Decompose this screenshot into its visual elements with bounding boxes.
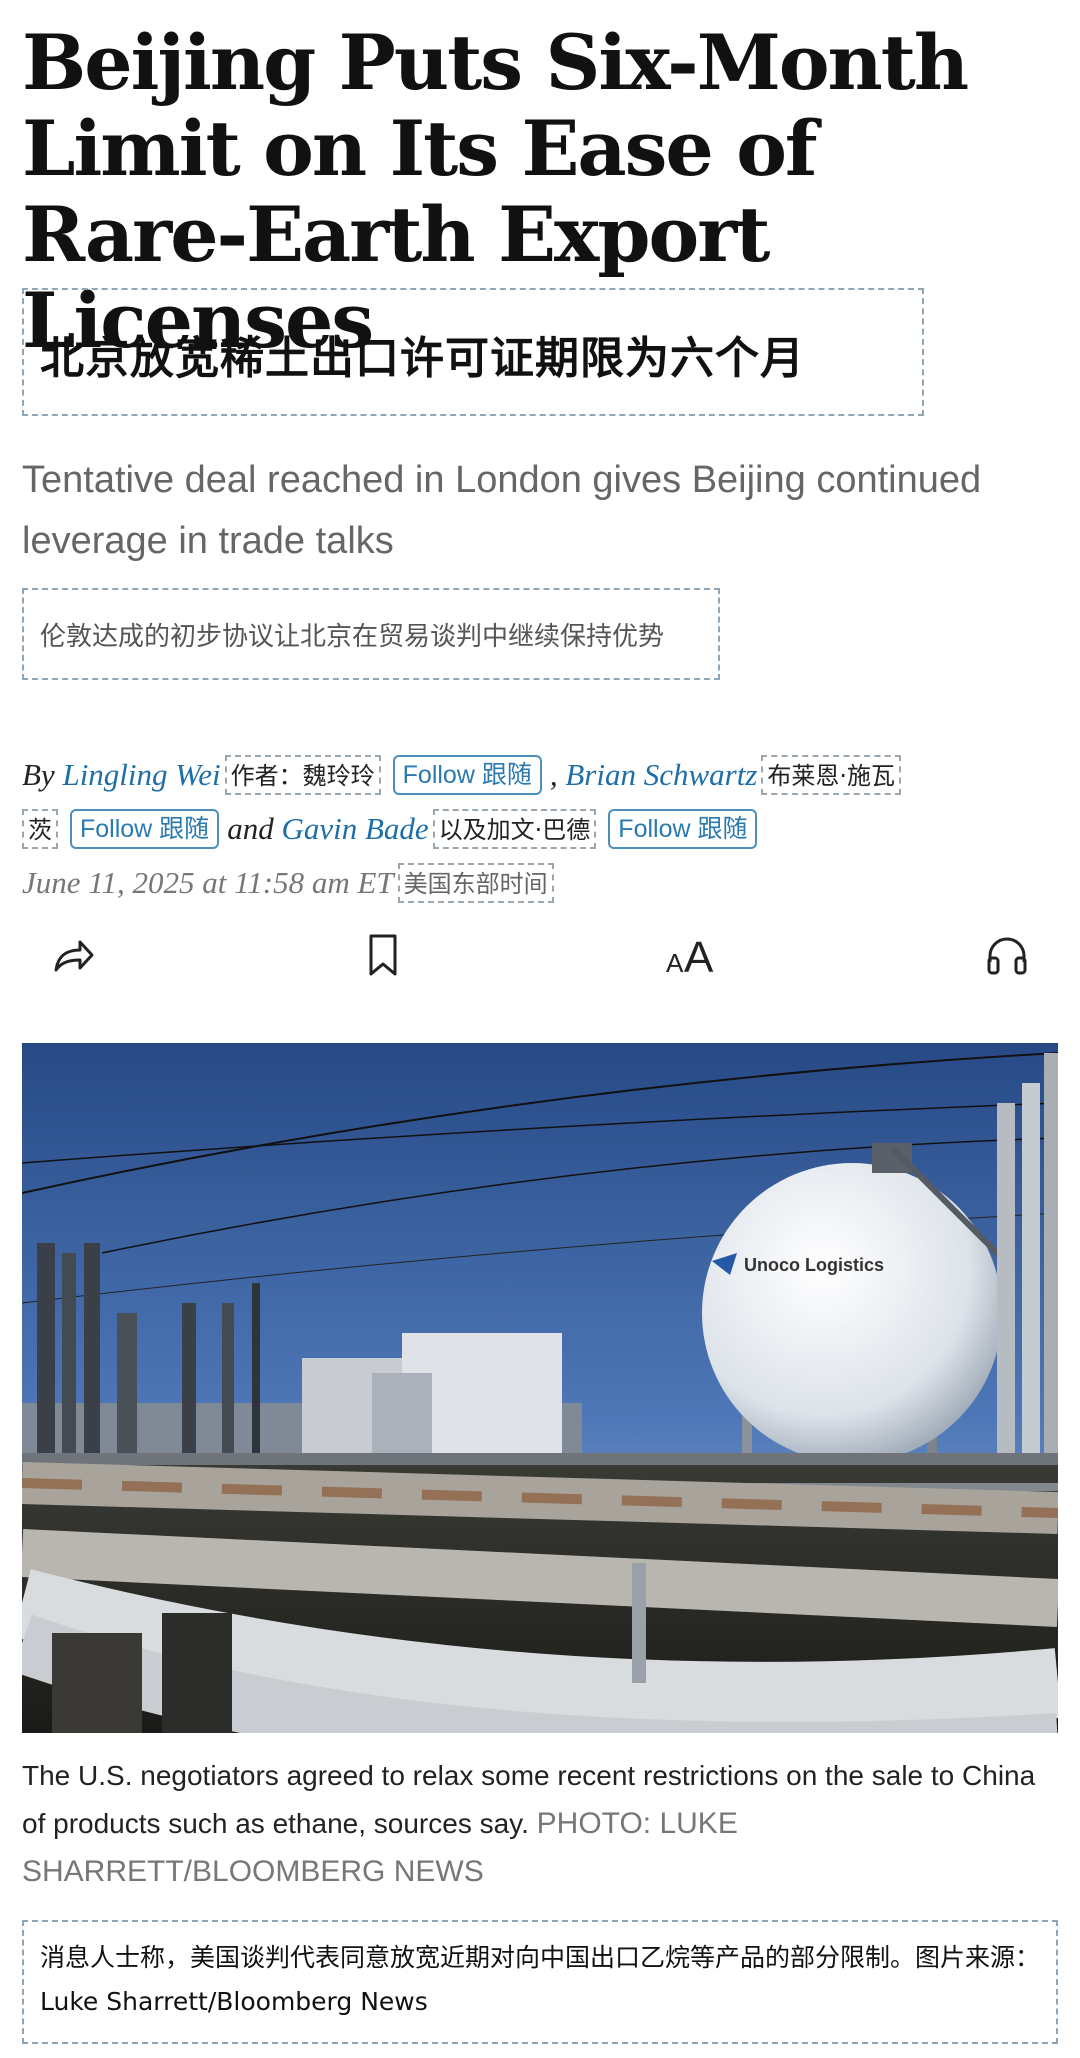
share-icon[interactable] [48,930,98,980]
svg-text:A: A [666,948,684,978]
text-size-icon[interactable]: A A [664,930,724,982]
follow-button-brian-schwartz[interactable]: Follow 跟随 [70,809,220,849]
byline-row-1: By Lingling Wei 作者：魏玲玲 Follow 跟随 , Brian… [22,752,905,798]
article-dek: Tentative deal reached in London gives B… [22,459,982,562]
byline-by: By [22,757,55,792]
byline-and: and [227,811,274,846]
author-translation-2b: 茨 [22,809,58,849]
date-translation: 美国东部时间 [397,863,554,903]
byline-row-3: June 11, 2025 at 11:58 am ET 美国东部时间 [22,860,558,906]
headline-translation: 北京放宽稀土出口许可证期限为六个月 [22,288,924,416]
caption-text: The U.S. negotiators agreed to relax som… [22,1760,1036,1839]
dek-translation-text: 伦敦达成的初步协议让北京在贸易谈判中继续保持优势 [40,622,665,652]
dek-translation: 伦敦达成的初步协议让北京在贸易谈判中继续保持优势 [22,588,720,680]
byline-comma: , [549,757,558,792]
caption-translation: 消息人士称，美国谈判代表同意放宽近期对向中国出口乙烷等产品的部分限制。图片来源：… [22,1920,1058,2044]
follow-button-lingling-wei[interactable]: Follow 跟随 [392,755,542,795]
author-translation-3: 以及加文·巴德 [432,809,597,849]
bookmark-icon[interactable] [358,930,408,980]
headline-translation-text: 北京放宽稀土出口许可证期限为六个月 [40,333,805,384]
author-link-brian-schwartz[interactable]: Brian Schwartz [565,757,757,793]
caption-translation-text: 消息人士称，美国谈判代表同意放宽近期对向中国出口乙烷等产品的部分限制。图片来源：… [40,1943,1041,2016]
article-page: Beijing Puts Six-Month Limit on Its Ease… [0,0,1080,2058]
publish-date: June 11, 2025 at 11:58 am ET [22,865,394,900]
photo-caption: The U.S. negotiators agreed to relax som… [22,1752,1062,1896]
article-photo: Unoco Logistics [22,1043,1058,1733]
svg-text:A: A [684,933,714,980]
author-translation-1: 作者：魏玲玲 [224,755,381,795]
byline-row-2: 茨 Follow 跟随 and Gavin Bade 以及加文·巴德 Follo… [18,806,765,852]
author-link-lingling-wei[interactable]: Lingling Wei [62,757,220,793]
headphones-icon[interactable] [982,930,1032,980]
refinery-photo-illustration: Unoco Logistics [22,1043,1058,1733]
tank-label: Unoco Logistics [744,1255,884,1275]
follow-button-gavin-bade[interactable]: Follow 跟随 [608,809,758,849]
author-link-gavin-bade[interactable]: Gavin Bade [281,811,428,847]
author-translation-2a: 布莱恩·施瓦 [761,755,902,795]
article-toolbar: A A [0,920,1080,990]
